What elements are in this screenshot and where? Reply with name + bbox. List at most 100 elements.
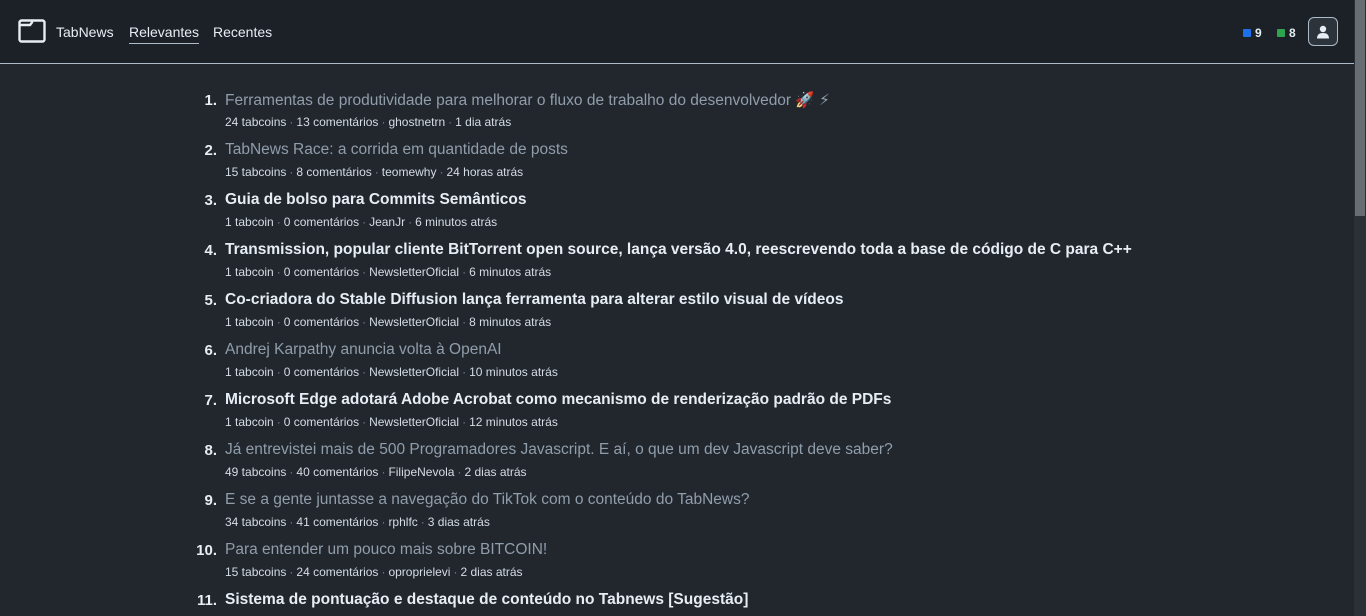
post-meta: 1 tabcoin · 0 comentários · NewsletterOficia…: [225, 415, 558, 429]
post-time: 3 dias atrás: [427, 515, 490, 529]
brand-link[interactable]: TabNews: [56, 24, 114, 40]
post-meta: 15 tabcoins · 24 comentários · oproprielevi ·…: [225, 565, 523, 579]
post-title-link[interactable]: Para entender um pouco mais sobre BITCOI…: [225, 541, 547, 559]
meta-separator: ·: [289, 515, 294, 529]
post-time: 6 minutos atrás: [415, 215, 498, 229]
post-title-link[interactable]: Transmission, popular cliente BitTorrent…: [225, 241, 1132, 259]
meta-separator: ·: [289, 565, 294, 579]
post-comments-link[interactable]: 0 comentários: [284, 415, 359, 429]
post-author-link[interactable]: oproprielevi: [388, 565, 450, 579]
post-time: 2 dias atrás: [464, 465, 527, 479]
post-author-link[interactable]: JeanJr: [369, 215, 405, 229]
post-author-link[interactable]: teomewhy: [382, 165, 437, 179]
post-title-link[interactable]: TabNews Race: a corrida em quantidade de…: [225, 141, 568, 159]
post-comments-link[interactable]: 24 comentários: [296, 565, 378, 579]
post-meta: 15 tabcoins · 8 comentários · teomewhy · 24 ho…: [225, 165, 523, 179]
post-number: 6.: [204, 342, 217, 359]
post-item: 10. Para entender um pouco mais sobre BIT…: [0, 538, 1354, 588]
post-title-link[interactable]: Guia de bolso para Commits Semânticos: [225, 191, 526, 209]
post-item: 7. Microsoft Edge adotará Adobe Acrobat c…: [0, 388, 1354, 438]
post-comments-link[interactable]: 0 comentários: [284, 365, 359, 379]
post-comments-link[interactable]: 0 comentários: [284, 265, 359, 279]
tabcash-badge[interactable]: 8: [1277, 26, 1296, 40]
post-item: 6. Andrej Karpathy anuncia volta à OpenAI…: [0, 338, 1354, 388]
tabcash-count: 8: [1289, 26, 1296, 40]
post-author-link[interactable]: NewsletterOficial: [369, 265, 459, 279]
post-meta: 49 tabcoins · 40 comentários · FilipeNevola ·…: [225, 465, 527, 479]
tabcoins-badge[interactable]: 9: [1243, 26, 1262, 40]
meta-separator: ·: [381, 465, 386, 479]
nav-recentes[interactable]: Recentes: [213, 24, 272, 40]
post-meta: 1 tabcoin · 0 comentários · JeanJr · 6 minutos…: [225, 215, 497, 229]
meta-separator: ·: [457, 465, 462, 479]
page: TabNews Relevantes Recentes 9 8 1. Ferram…: [0, 0, 1366, 616]
post-tabcoins: 1 tabcoin: [225, 265, 274, 279]
post-title-link[interactable]: Já entrevistei mais de 500 Programadores…: [225, 441, 893, 459]
post-title-link[interactable]: Sistema de pontuação e destaque de conte…: [225, 591, 748, 609]
post-meta: 1 tabcoin · 0 comentários · NewsletterOficia…: [225, 315, 551, 329]
post-tabcoins: 15 tabcoins: [225, 565, 287, 579]
post-author-link[interactable]: NewsletterOficial: [369, 365, 459, 379]
post-comments-link[interactable]: 40 comentários: [296, 465, 378, 479]
post-item: 8. Já entrevistei mais de 500 Programador…: [0, 438, 1354, 488]
tabcash-icon: [1277, 29, 1285, 37]
post-title-link[interactable]: Ferramentas de produtividade para melhor…: [225, 91, 830, 110]
meta-separator: ·: [362, 265, 367, 279]
post-item: 11. Sistema de pontuação e destaque de co…: [0, 588, 1354, 616]
tabnews-logo-icon[interactable]: [18, 19, 46, 43]
post-comments-link[interactable]: 13 comentários: [296, 115, 378, 129]
post-tabcoins: 49 tabcoins: [225, 465, 287, 479]
post-author-link[interactable]: ghostnetrn: [388, 115, 445, 129]
post-time: 10 minutos atrás: [469, 365, 558, 379]
post-title-link[interactable]: E se a gente juntasse a navegação do Tik…: [225, 491, 749, 509]
user-menu-button[interactable]: [1308, 17, 1338, 46]
meta-separator: ·: [276, 315, 281, 329]
post-meta: 1 tabcoin · 0 comentários · NewsletterOficia…: [225, 365, 558, 379]
post-title-link[interactable]: Microsoft Edge adotará Adobe Acrobat com…: [225, 391, 891, 409]
post-time: 1 dia atrás: [455, 115, 512, 129]
meta-separator: ·: [362, 415, 367, 429]
meta-separator: ·: [276, 215, 281, 229]
post-author-link[interactable]: NewsletterOficial: [369, 315, 459, 329]
post-item: 9. E se a gente juntasse a navegação do T…: [0, 488, 1354, 538]
post-list: 1. Ferramentas de produtividade para melh…: [0, 88, 1354, 616]
post-author-link[interactable]: FilipeNevola: [388, 465, 454, 479]
post-item: 5. Co-criadora do Stable Diffusion lança …: [0, 288, 1354, 338]
post-time: 2 dias atrás: [460, 565, 523, 579]
post-title-link[interactable]: Andrej Karpathy anuncia volta à OpenAI: [225, 341, 502, 359]
post-comments-link[interactable]: 0 comentários: [284, 315, 359, 329]
post-comments-link[interactable]: 0 comentários: [284, 215, 359, 229]
post-tabcoins: 34 tabcoins: [225, 515, 287, 529]
post-number: 1.: [204, 92, 217, 109]
meta-separator: ·: [448, 115, 453, 129]
post-number: 2.: [204, 142, 217, 159]
post-title-link[interactable]: Co-criadora do Stable Diffusion lança fe…: [225, 291, 843, 309]
post-item: 1. Ferramentas de produtividade para melh…: [0, 88, 1354, 138]
post-meta: 34 tabcoins · 41 comentários · rphlfc · 3 dias…: [225, 515, 490, 529]
meta-separator: ·: [276, 265, 281, 279]
post-meta: 1 tabcoin · 0 comentários · NewsletterOficia…: [225, 265, 551, 279]
scrollbar-thumb[interactable]: [1355, 0, 1365, 216]
post-time: 6 minutos atrás: [469, 265, 552, 279]
nav-relevantes[interactable]: Relevantes: [129, 24, 200, 44]
meta-separator: ·: [362, 315, 367, 329]
post-number: 7.: [204, 392, 217, 409]
post-time: 8 minutos atrás: [469, 315, 552, 329]
post-number: 3.: [204, 192, 217, 209]
meta-separator: ·: [420, 515, 425, 529]
post-comments-link[interactable]: 8 comentários: [296, 165, 371, 179]
user-icon: [1317, 25, 1329, 38]
post-author-link[interactable]: rphlfc: [388, 515, 417, 529]
tabcoins-icon: [1243, 29, 1251, 37]
meta-separator: ·: [381, 115, 386, 129]
meta-separator: ·: [381, 515, 386, 529]
meta-separator: ·: [374, 165, 379, 179]
meta-separator: ·: [462, 315, 467, 329]
meta-separator: ·: [362, 365, 367, 379]
post-comments-link[interactable]: 41 comentários: [296, 515, 378, 529]
post-author-link[interactable]: NewsletterOficial: [369, 415, 459, 429]
post-tabcoins: 1 tabcoin: [225, 315, 274, 329]
top-header: TabNews Relevantes Recentes 9 8: [0, 0, 1354, 64]
meta-separator: ·: [289, 115, 294, 129]
post-tabcoins: 1 tabcoin: [225, 365, 274, 379]
